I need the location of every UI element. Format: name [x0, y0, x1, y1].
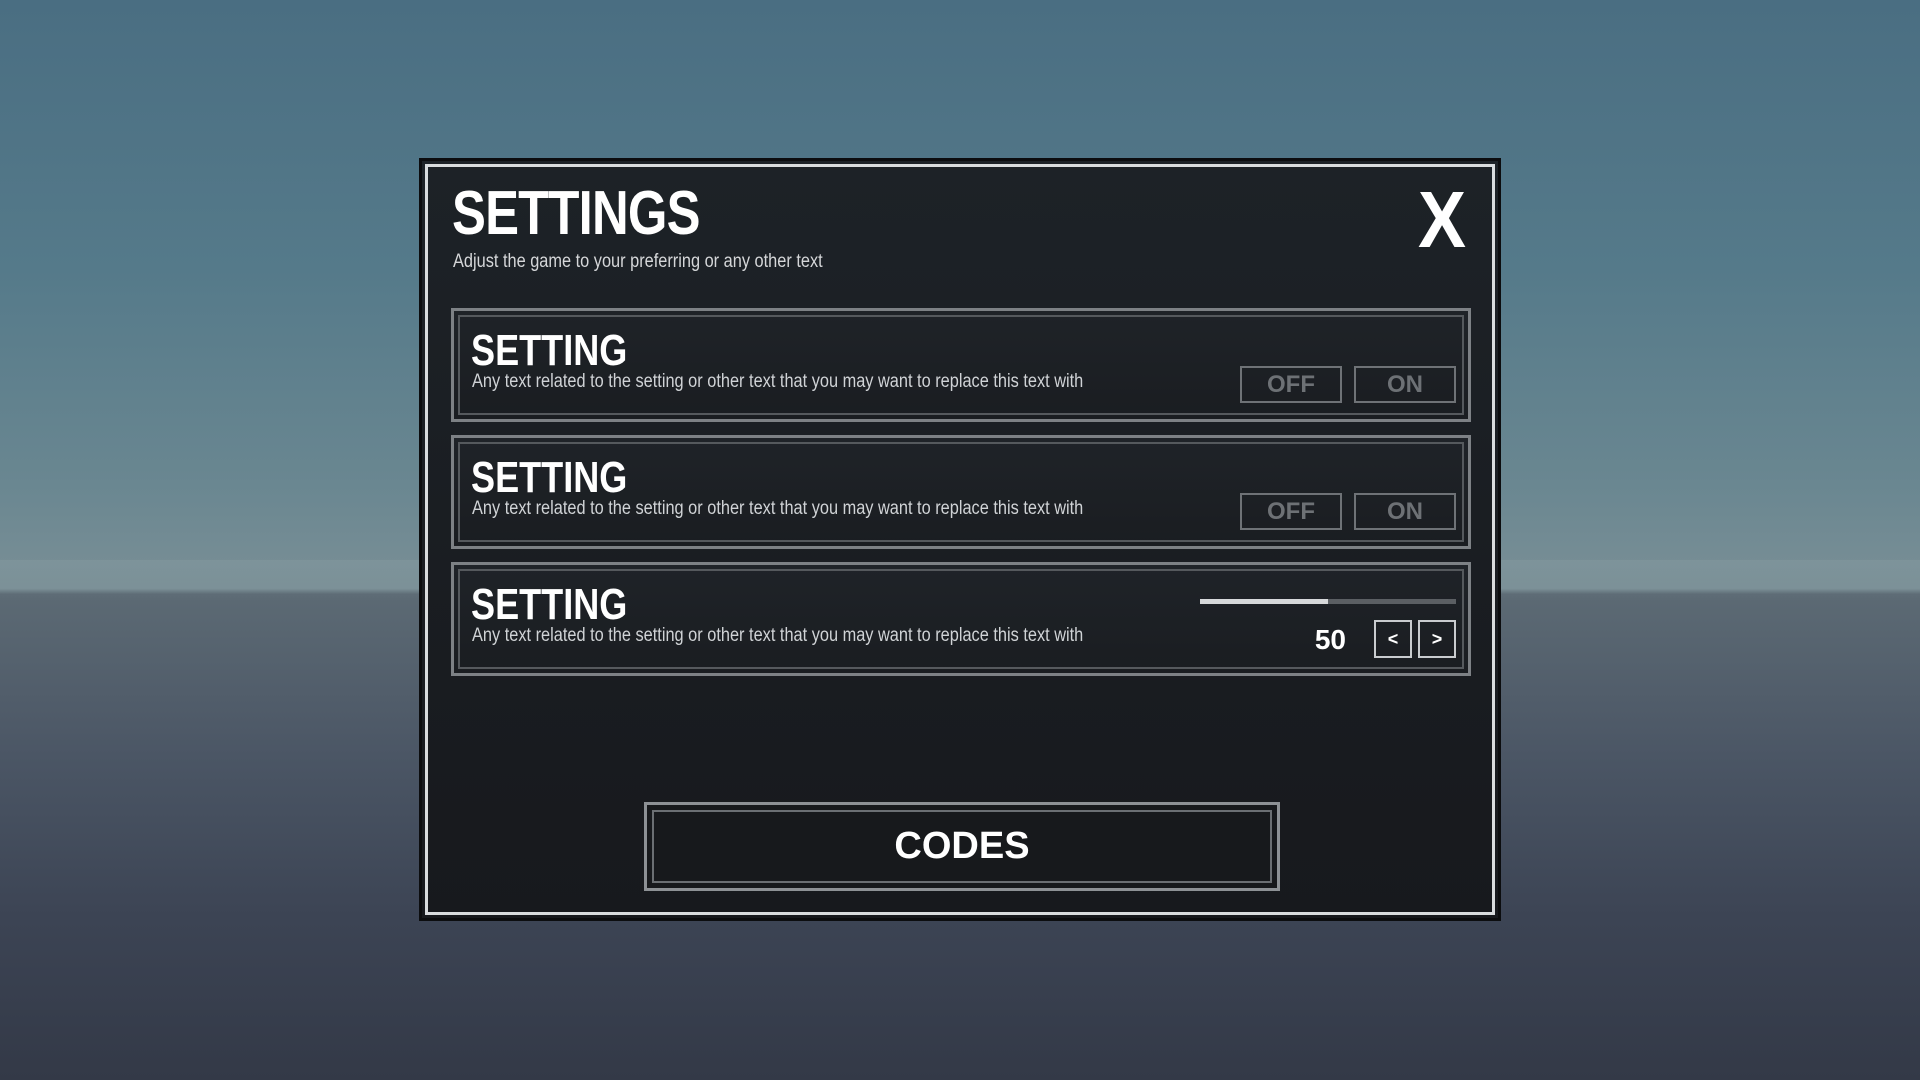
- setting-title: SETTING: [471, 453, 628, 502]
- toggle-off-button[interactable]: OFF: [1240, 493, 1342, 530]
- setting-row-1: SETTING Any text related to the setting …: [451, 308, 1471, 422]
- toggle-on-button[interactable]: ON: [1354, 366, 1456, 403]
- setting-description: Any text related to the setting or other…: [472, 625, 1084, 646]
- slider-fill: [1200, 599, 1328, 604]
- setting-title: SETTING: [471, 326, 628, 375]
- setting-description: Any text related to the setting or other…: [472, 371, 1084, 392]
- panel-title: SETTINGS: [452, 179, 700, 248]
- codes-button[interactable]: CODES: [644, 802, 1280, 891]
- toggle-on-button[interactable]: ON: [1354, 493, 1456, 530]
- decrement-button[interactable]: <: [1374, 620, 1412, 658]
- close-button[interactable]: X: [1415, 180, 1469, 260]
- settings-panel: SETTINGS Adjust the game to your preferr…: [419, 158, 1501, 921]
- setting-description: Any text related to the setting or other…: [472, 498, 1084, 519]
- panel-subtitle: Adjust the game to your preferring or an…: [453, 251, 823, 272]
- setting-row-3: SETTING Any text related to the setting …: [451, 562, 1471, 676]
- slider-value: 50: [1314, 624, 1346, 655]
- setting-row-2: SETTING Any text related to the setting …: [451, 435, 1471, 549]
- setting-title: SETTING: [471, 580, 628, 629]
- toggle-off-button[interactable]: OFF: [1240, 366, 1342, 403]
- setting-slider[interactable]: [1200, 599, 1456, 604]
- codes-button-label: CODES: [894, 825, 1030, 867]
- increment-button[interactable]: >: [1418, 620, 1456, 658]
